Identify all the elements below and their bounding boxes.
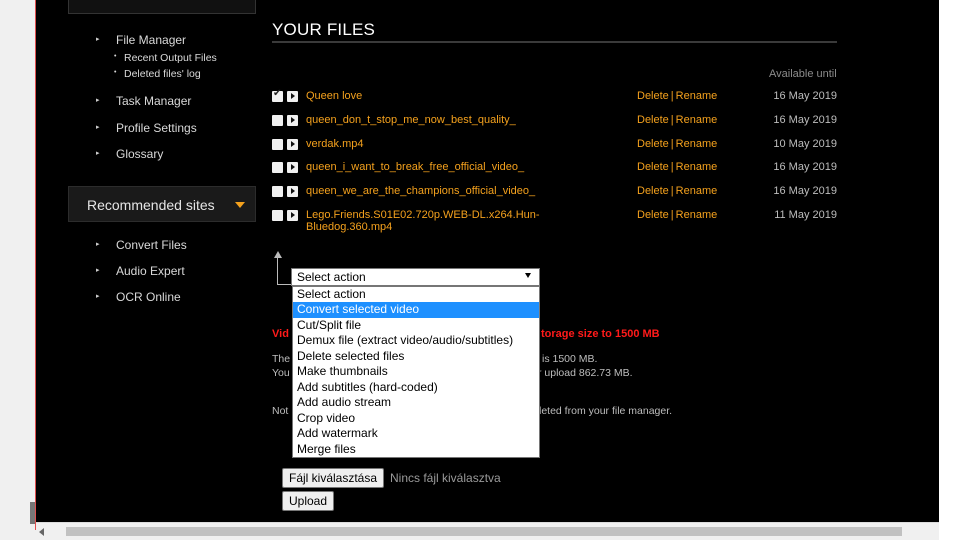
dropdown-option[interactable]: Cut/Split file: [293, 318, 539, 333]
bullet-icon: ▸: [96, 267, 100, 274]
bullet-icon: ▸: [96, 97, 100, 104]
window-right-margin: [939, 0, 960, 540]
action-select[interactable]: Select action: [291, 268, 540, 286]
bullet-icon: ▸: [96, 36, 100, 43]
dropdown-option[interactable]: Make thumbnails: [293, 364, 539, 379]
dropdown-option[interactable]: Add subtitles (hard-coded): [293, 380, 539, 395]
available-until-date: 16 May 2019: [773, 114, 837, 126]
info-text-end: is 1500 MB.: [542, 353, 598, 365]
dropdown-arrow-icon: [525, 273, 531, 278]
bullet-icon: •: [114, 69, 117, 76]
available-until-date: 10 May 2019: [773, 138, 837, 150]
arrow-connector: [277, 255, 278, 285]
dropdown-option[interactable]: Add audio stream: [293, 395, 539, 410]
file-row: queen_don_t_stop_me_now_best_quality_ Del…: [272, 113, 842, 133]
upload-button[interactable]: Upload: [282, 491, 335, 511]
bullet-icon: ▸: [96, 293, 100, 300]
available-until-date: 16 May 2019: [773, 161, 837, 173]
recommended-sites-toggle[interactable]: Recommended sites: [68, 186, 256, 222]
promo-text-start: Vid: [272, 328, 289, 340]
promo-text-end: torage size to 1500 MB: [541, 328, 660, 340]
horizontal-scrollbar[interactable]: [36, 522, 939, 540]
available-until-date: 16 May 2019: [773, 185, 837, 197]
page-content: ▸ File Manager • Recent Output Files • D…: [36, 0, 939, 522]
title-divider: [272, 41, 837, 43]
available-until-header: Available until: [769, 68, 837, 80]
bullet-icon: •: [114, 53, 117, 60]
bullet-icon: ▸: [96, 124, 100, 131]
resize-grip[interactable]: [30, 502, 35, 524]
action-dropdown-list: Select action Convert selected video Cut/S…: [292, 286, 540, 458]
available-until-date: 16 May 2019: [773, 90, 837, 102]
dropdown-option[interactable]: Convert selected video: [293, 302, 539, 318]
dropdown-option[interactable]: Merge files: [293, 442, 539, 457]
note-text-end: leted from your file manager.: [539, 405, 673, 417]
dropdown-option[interactable]: Demux file (extract video/audio/subtitle…: [293, 333, 539, 348]
arrow-up-icon: [274, 251, 282, 258]
browser-left-frame: [0, 0, 36, 540]
dropdown-option[interactable]: Delete selected files: [293, 349, 539, 364]
dropdown-option[interactable]: Select action: [293, 287, 539, 302]
sidebar-top-panel: [68, 0, 256, 14]
note-text-start: Not: [272, 405, 289, 417]
info-text-end: r upload 862.73 MB.: [538, 367, 633, 379]
scrollbar-thumb[interactable]: [66, 527, 902, 536]
dropdown-option[interactable]: Add watermark: [293, 426, 539, 441]
recommended-sites-title: Recommended sites: [87, 197, 215, 213]
info-text-start: You: [272, 367, 290, 379]
bullet-icon: ▸: [96, 150, 100, 157]
bullet-icon: ▸: [96, 241, 100, 248]
arrow-connector-foot: [277, 284, 291, 285]
choose-file-button[interactable]: Fájl kiválasztása: [282, 468, 385, 488]
file-row: Queen loveDelete|Rename16 May 2019: [272, 88, 842, 109]
dropdown-option[interactable]: Crop video: [293, 411, 539, 426]
caret-down-icon: [235, 202, 245, 208]
no-file-chosen-text: Nincs fájl kiválasztva: [390, 471, 501, 485]
file-row: queen_we_are_the_champions_official_vide…: [272, 184, 842, 204]
file-row: Lego.Friends.S01E02.720p.WEB-DL.x264.Hun…: [272, 208, 842, 233]
available-until-date: 11 May 2019: [774, 209, 837, 221]
scroll-left-icon[interactable]: [39, 528, 44, 536]
page-title: YOUR FILES: [272, 20, 376, 39]
file-row: queen_i_want_to_break_free_official_vide…: [272, 160, 842, 180]
file-row: verdak.mp4 Delete | Rename 10 May 2019: [272, 137, 842, 157]
info-text-start: The: [272, 353, 291, 365]
